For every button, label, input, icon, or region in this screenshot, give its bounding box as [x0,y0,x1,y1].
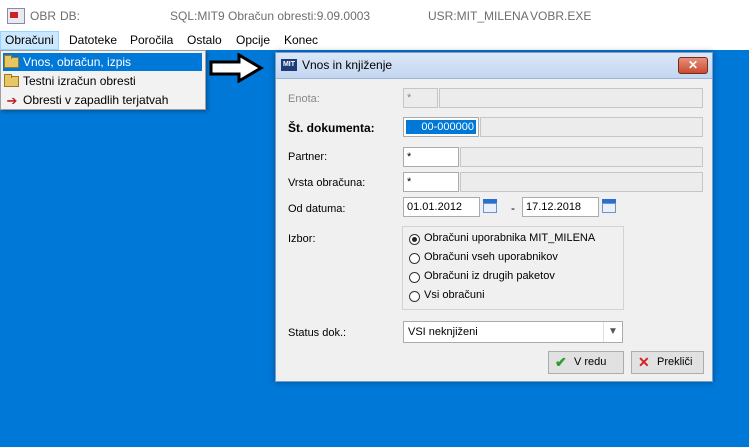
cancel-x-icon: ✕ [638,354,650,370]
date-separator: - [511,201,515,215]
obracuni-dropdown: Vnos, obračun, izpis Testni izračun obre… [0,50,206,110]
calendar-icon[interactable] [602,199,616,213]
db-label: DB: [60,9,81,23]
mit-logo-icon: MIT [281,59,297,71]
chevron-down-icon[interactable]: ▼ [603,322,622,342]
calendar-icon[interactable] [483,199,497,213]
dokument-field[interactable]: 00-000000 [403,117,479,137]
date-from-field[interactable]: 01.01.2012 [403,197,480,217]
user-label: USR:MIT_MILENA [428,9,529,23]
enota-desc-field [439,88,703,108]
dialog-title: Vnos in knjiženje [302,58,393,72]
partner-desc-field [460,147,703,167]
sql-label: SQL:MIT9 [170,9,225,23]
arrow-right-icon: ➔ [6,93,18,108]
app-icon [7,8,25,24]
radio-button[interactable] [409,234,420,245]
close-button[interactable]: ✕ [678,57,708,74]
dokument-label: Št. dokumenta: [288,121,375,135]
folder-open-icon [4,55,19,68]
radio-button[interactable] [409,253,420,264]
pointer-arrow-icon [209,53,264,83]
enota-label: Enota: [288,93,320,105]
app-titlebar: OBR DB: SQL:MIT9 Obračun obresti:9.09.00… [0,0,749,32]
radio-button[interactable] [409,272,420,283]
status-label: Status dok.: [288,327,347,339]
folder-open-icon [4,74,19,87]
menu-datoteke[interactable]: Datoteke [65,31,121,50]
menu-item-vnos[interactable]: Vnos, obračun, izpis [3,53,202,71]
menu-item-zapadle[interactable]: ➔ Obresti v zapadlih terjatvah [3,91,202,109]
partner-field[interactable]: * [403,147,459,167]
dokument-desc-field [480,117,703,137]
exe-label: VOBR.EXE [530,9,592,23]
app-name: OBR [30,9,57,23]
partner-label: Partner: [288,151,328,163]
dialog-titlebar: MIT Vnos in knjiženje ✕ [276,53,712,79]
status-value: VSI neknjiženi [408,326,478,338]
calc-version: Obračun obresti:9.09.0003 [228,9,371,23]
vnos-dialog: MIT Vnos in knjiženje ✕ Enota: * Št. dok… [275,52,713,382]
izbor-label: Izbor: [288,233,316,245]
menu-konec[interactable]: Konec [280,31,322,50]
izbor-group: Obračuni uporabnika MIT_MILENA Obračuni … [402,226,624,310]
vrsta-field[interactable]: * [403,172,459,192]
menu-ostalo[interactable]: Ostalo [183,31,226,50]
checkmark-icon: ✔ [555,354,567,370]
menu-item-testni[interactable]: Testni izračun obresti [3,72,202,90]
ok-button[interactable]: ✔ V redu [548,351,624,374]
menu-porocila[interactable]: Poročila [126,31,177,50]
cancel-button[interactable]: ✕ Prekliči [631,351,704,374]
enota-code-field: * [403,88,438,108]
radio-button[interactable] [409,291,420,302]
menu-opcije[interactable]: Opcije [232,31,274,50]
menu-bar: Obračuni Datoteke Poročila Ostalo Opcije… [0,31,749,50]
dokument-value: 00-000000 [406,120,476,134]
date-to-field[interactable]: 17.12.2018 [522,197,599,217]
menu-obracuni[interactable]: Obračuni [0,31,59,50]
status-select[interactable]: VSI neknjiženi ▼ [403,321,623,343]
vrsta-label: Vrsta obračuna: [288,177,366,189]
vrsta-desc-field [460,172,703,192]
datum-label: Od datuma: [288,203,346,215]
